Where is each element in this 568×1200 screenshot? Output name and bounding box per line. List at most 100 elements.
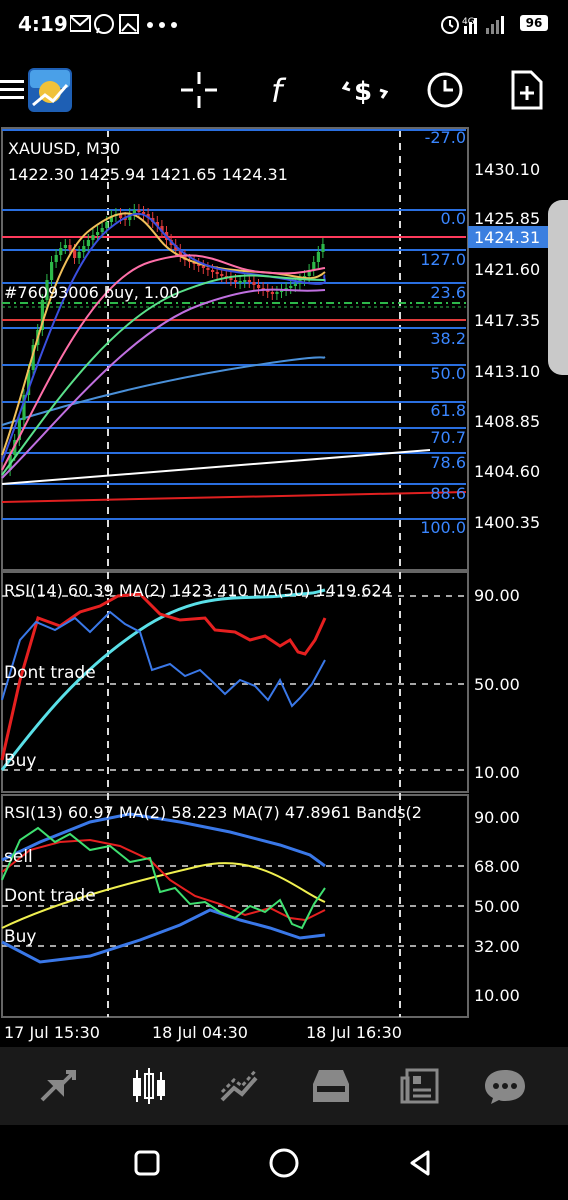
- candle: [316, 252, 320, 262]
- candle: [257, 285, 261, 288]
- news-icon[interactable]: [396, 1061, 446, 1111]
- ma-blue: [1, 213, 326, 463]
- toolbar: f $: [0, 55, 568, 125]
- edge-panel-handle[interactable]: [548, 200, 568, 375]
- svg-text:1413.10: 1413.10: [474, 362, 540, 381]
- rsi1-axis: 90.00 50.00 10.00: [474, 586, 520, 782]
- candle: [206, 268, 210, 270]
- svg-text:50.00: 50.00: [474, 675, 520, 694]
- rsi2-label-dont-trade: Dont trade: [4, 886, 96, 906]
- history-icon[interactable]: [306, 1061, 356, 1111]
- trade-icon[interactable]: [215, 1061, 265, 1111]
- svg-text:f: f: [271, 72, 287, 110]
- messages-icon[interactable]: [480, 1061, 530, 1111]
- svg-text:1421.60: 1421.60: [474, 260, 540, 279]
- alarm-icon: [441, 16, 459, 34]
- trend-line-red: [1, 491, 467, 503]
- system-icons: 4G: [441, 16, 504, 34]
- crosshair-icon[interactable]: [174, 65, 224, 115]
- candle: [96, 232, 100, 235]
- svg-text:50.00: 50.00: [474, 897, 520, 916]
- candle: [201, 266, 205, 268]
- candle: [82, 246, 86, 252]
- candle: [68, 245, 72, 250]
- candle: [289, 286, 293, 288]
- candle: [293, 284, 297, 286]
- svg-text:68.00: 68.00: [474, 857, 520, 876]
- metatrader-logo-icon[interactable]: [25, 65, 75, 115]
- candle: [215, 272, 219, 274]
- battery-indicator: 96: [520, 15, 548, 31]
- candle: [312, 262, 316, 270]
- svg-text:90.00: 90.00: [474, 808, 520, 827]
- rsi2-lower-band: [1, 908, 326, 964]
- svg-text:1404.60: 1404.60: [474, 462, 540, 481]
- candle: [321, 244, 325, 252]
- svg-text:70.7: 70.7: [430, 428, 466, 447]
- home-icon[interactable]: [264, 1143, 304, 1183]
- rsi2-level-lines: [2, 865, 466, 947]
- main-chart-frame: [1, 127, 469, 571]
- time-axis: 17 Jul 15:30 18 Jul 04:30 18 Jul 16:30: [4, 1023, 402, 1042]
- objects-dollar-icon[interactable]: $: [340, 65, 390, 115]
- candle: [137, 210, 141, 212]
- svg-text:1425.85: 1425.85: [474, 209, 540, 228]
- 4g-icon: 4G: [462, 17, 475, 27]
- candle: [238, 281, 242, 283]
- candle: [229, 278, 233, 280]
- notification-icons: [70, 14, 177, 34]
- svg-text:10.00: 10.00: [474, 763, 520, 782]
- rsi2-axis: 90.00 68.00 50.00 32.00 10.00: [474, 808, 520, 1005]
- add-document-icon[interactable]: [502, 65, 552, 115]
- status-time: 4:19: [18, 12, 68, 36]
- symbol-label: XAUUSD, M30: [8, 139, 120, 158]
- rsi1-header: RSI(14) 60.39 MA(2) 1423.410 MA(50) 1419…: [4, 581, 392, 600]
- svg-text:38.2: 38.2: [430, 329, 466, 348]
- svg-text:127.0: 127.0: [420, 250, 466, 269]
- svg-text:1430.10: 1430.10: [474, 160, 540, 179]
- svg-text:50.0: 50.0: [430, 364, 466, 383]
- candle: [50, 262, 54, 280]
- candle: [54, 255, 58, 262]
- status-bar: 4:19 4G 96: [0, 0, 568, 50]
- svg-text:10.00: 10.00: [474, 986, 520, 1005]
- candle: [86, 240, 90, 246]
- indicators-f-icon[interactable]: f: [257, 65, 307, 115]
- candle: [59, 248, 63, 255]
- candle: [252, 282, 256, 285]
- rsi1-level-lines: [2, 595, 466, 771]
- price-candles: [8, 204, 325, 476]
- price-axis: 1430.10 1425.85 1421.60 1417.35 1413.10 …: [474, 160, 540, 532]
- svg-text:0.0: 0.0: [441, 209, 466, 228]
- rsi2-label-buy: Buy: [4, 927, 37, 947]
- svg-text:23.6: 23.6: [430, 283, 466, 302]
- candle: [243, 280, 247, 282]
- svg-text:18 Jul 16:30: 18 Jul 16:30: [306, 1023, 402, 1042]
- back-icon[interactable]: [401, 1143, 441, 1183]
- candle: [100, 228, 104, 232]
- svg-text:$: $: [354, 77, 372, 107]
- whatsapp-icon: [94, 14, 114, 34]
- candle: [220, 274, 224, 276]
- quotes-icon[interactable]: [33, 1061, 83, 1111]
- candle: [247, 280, 251, 282]
- svg-text:78.6: 78.6: [430, 453, 466, 472]
- fibonacci-levels: [2, 129, 466, 520]
- svg-text:1408.85: 1408.85: [474, 412, 540, 431]
- svg-text:18 Jul 04:30: 18 Jul 04:30: [152, 1023, 248, 1042]
- candle: [275, 292, 279, 294]
- chart-area[interactable]: XAUUSD, M30 1422.30 1425.94 1421.65 1424…: [0, 127, 568, 1047]
- rsi1-label-dont-trade: Dont trade: [4, 663, 96, 683]
- svg-text:1417.35: 1417.35: [474, 311, 540, 330]
- recents-icon[interactable]: [127, 1143, 167, 1183]
- timeframe-clock-icon[interactable]: [420, 65, 470, 115]
- ma-purple: [1, 288, 326, 479]
- time-gridlines: [107, 130, 401, 1017]
- svg-text:17 Jul 15:30: 17 Jul 15:30: [4, 1023, 100, 1042]
- candle: [211, 270, 215, 272]
- chart-icon[interactable]: [124, 1061, 174, 1111]
- candle: [73, 250, 77, 258]
- rsi1-line: [1, 610, 326, 708]
- trend-line-white: [1, 449, 431, 485]
- candle: [77, 252, 81, 258]
